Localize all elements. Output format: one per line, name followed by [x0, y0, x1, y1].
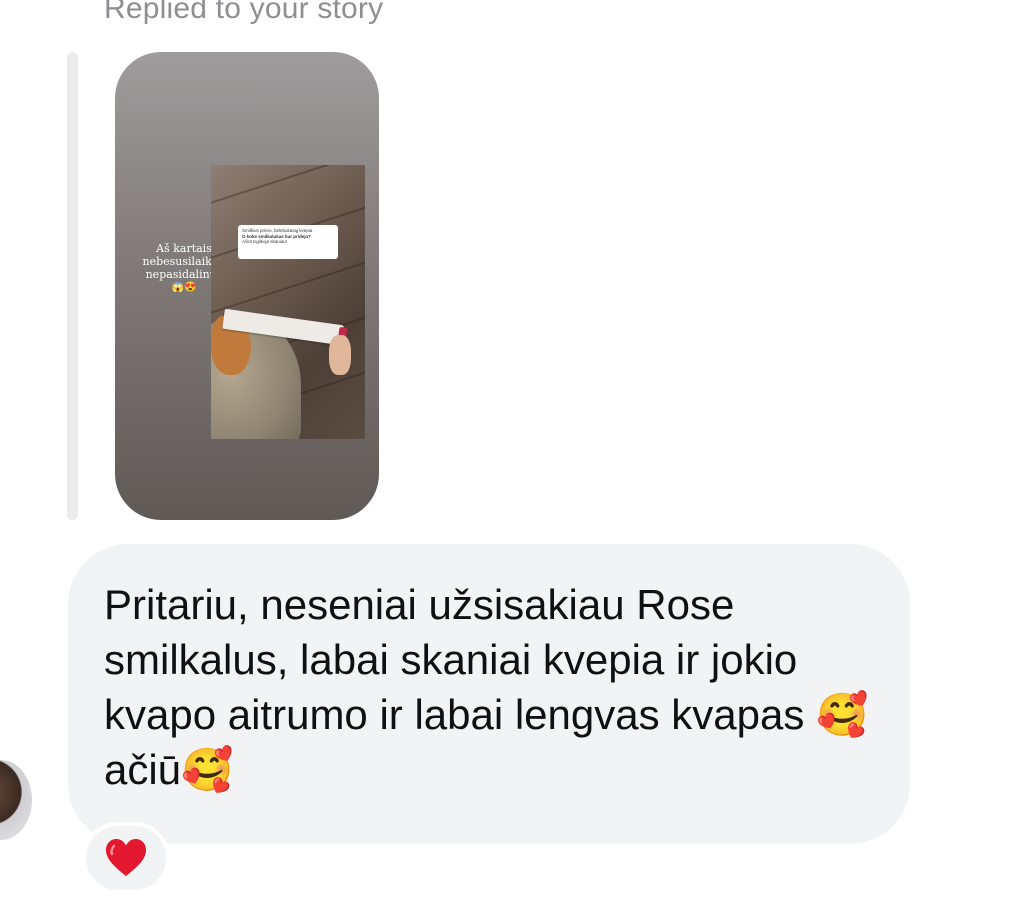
heart-icon	[106, 839, 146, 876]
sticker-question-line: Ačiū! Kglikoja skaniau!	[242, 239, 288, 244]
heart-reaction-badge[interactable]	[82, 822, 170, 894]
sender-avatar[interactable]	[0, 760, 32, 840]
story-photo: Smilkius prireo, belebukasąj kvepia O ko…	[211, 165, 365, 439]
question-sticker: Smilkius prireo, belebukasąj kvepia O ko…	[238, 225, 338, 259]
story-preview-thumbnail[interactable]: Aš kartais nebesusilaikau nepasidalinus …	[115, 52, 379, 520]
reply-quote-bar	[67, 52, 78, 520]
person-hand	[329, 335, 351, 375]
floor-plank-line	[211, 165, 365, 207]
message-text: Pritariu, neseniai užsisakiau Rose smilk…	[104, 581, 869, 793]
replied-to-story-label: Replied to your story	[104, 0, 384, 25]
